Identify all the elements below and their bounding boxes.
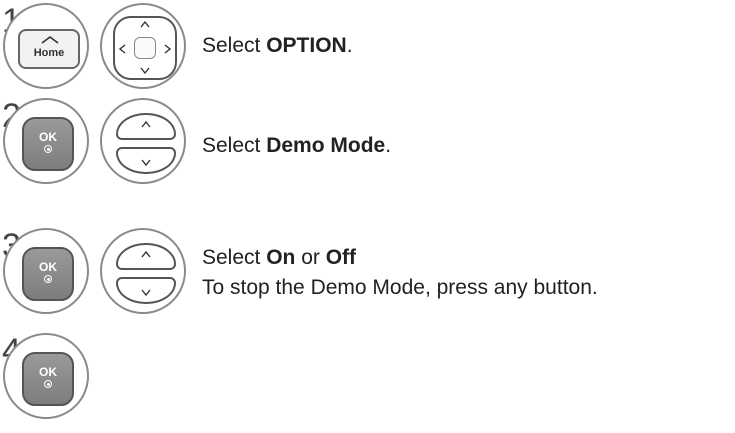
up-rocker-key xyxy=(116,243,176,270)
text-prefix: Select xyxy=(202,246,267,269)
step-3-note: To stop the Demo Mode, press any button. xyxy=(202,276,598,299)
ok-dot-icon xyxy=(44,145,52,153)
step-3: 3 OK Select On or Off To stop the Demo M… xyxy=(0,225,735,320)
text-suffix: . xyxy=(385,134,392,157)
text-suffix: . xyxy=(346,34,353,57)
text-middle: or xyxy=(295,246,326,269)
down-arrow-icon xyxy=(140,67,150,77)
up-down-rocker-circle xyxy=(100,98,186,184)
menu-option-name: OPTION xyxy=(266,34,347,57)
down-arrow-icon xyxy=(118,158,174,169)
ok-key-label: OK xyxy=(39,260,57,274)
home-key: Home xyxy=(18,29,80,69)
ok-key-label: OK xyxy=(39,365,57,379)
ok-key-circle: OK xyxy=(3,98,89,184)
down-arrow-icon xyxy=(118,288,174,299)
ok-dot-icon xyxy=(44,275,52,283)
ok-key: OK xyxy=(22,117,74,171)
ok-key-circle: OK xyxy=(3,333,89,419)
option-off: Off xyxy=(325,246,357,269)
right-arrow-icon xyxy=(164,44,172,57)
dpad-center xyxy=(134,37,156,59)
instruction-page: 1 Home xyxy=(0,0,735,433)
home-key-circle: Home xyxy=(3,3,89,89)
text-prefix: Select xyxy=(202,134,267,157)
step-1-instruction: Select OPTION. xyxy=(202,32,353,60)
step-4: 4 OK xyxy=(0,330,735,425)
ok-key-label: OK xyxy=(39,130,57,144)
text-prefix: Select xyxy=(202,34,267,57)
step-3-instruction: Select On or Off xyxy=(202,244,356,272)
home-roof-icon xyxy=(41,36,59,44)
step-2-instruction: Select Demo Mode. xyxy=(202,132,391,160)
step-2: 2 OK Select Demo Mode. xyxy=(0,95,735,190)
up-down-rocker-circle xyxy=(100,228,186,314)
ok-key: OK xyxy=(22,247,74,301)
ok-key: OK xyxy=(22,352,74,406)
dpad-key xyxy=(113,16,177,80)
down-rocker-key xyxy=(116,147,176,174)
up-rocker-key xyxy=(116,113,176,140)
dpad-circle xyxy=(100,3,186,89)
down-rocker-key xyxy=(116,277,176,304)
up-arrow-icon xyxy=(118,120,174,131)
option-on: On xyxy=(266,246,296,269)
step-1: 1 Home xyxy=(0,0,735,95)
up-arrow-icon xyxy=(140,20,150,31)
home-key-label: Home xyxy=(33,47,65,59)
ok-key-circle: OK xyxy=(3,228,89,314)
left-arrow-icon xyxy=(118,44,126,57)
up-arrow-icon xyxy=(118,250,174,261)
menu-option-name: Demo Mode xyxy=(266,134,386,157)
ok-dot-icon xyxy=(44,380,52,388)
